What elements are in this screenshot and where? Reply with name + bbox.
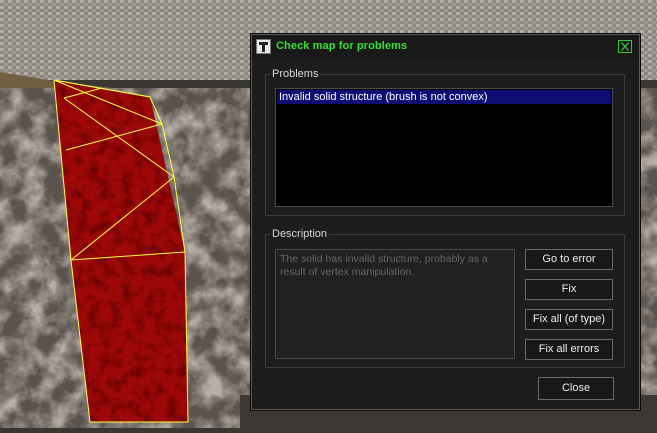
description-text: The solid has invalid structure, probabl… (275, 249, 515, 359)
close-button[interactable]: Close (538, 377, 614, 400)
description-label: Description (270, 228, 330, 240)
fix-all-errors-button[interactable]: Fix all errors (525, 339, 613, 360)
problem-item[interactable]: Invalid solid structure (brush is not co… (277, 90, 611, 104)
dialog-title: Check map for problems (276, 40, 408, 52)
go-to-error-button[interactable]: Go to error (525, 249, 613, 270)
fix-button[interactable]: Fix (525, 279, 613, 300)
hammer-app-icon (256, 39, 271, 54)
problems-label: Problems (270, 68, 321, 80)
fix-all-of-type-button[interactable]: Fix all (of type) (525, 309, 613, 330)
close-icon[interactable] (618, 40, 632, 53)
dialog-titlebar[interactable]: Check map for problems (252, 35, 639, 59)
check-map-dialog: Check map for problems Problems Invalid … (251, 34, 640, 410)
problems-list[interactable]: Invalid solid structure (brush is not co… (275, 88, 613, 207)
